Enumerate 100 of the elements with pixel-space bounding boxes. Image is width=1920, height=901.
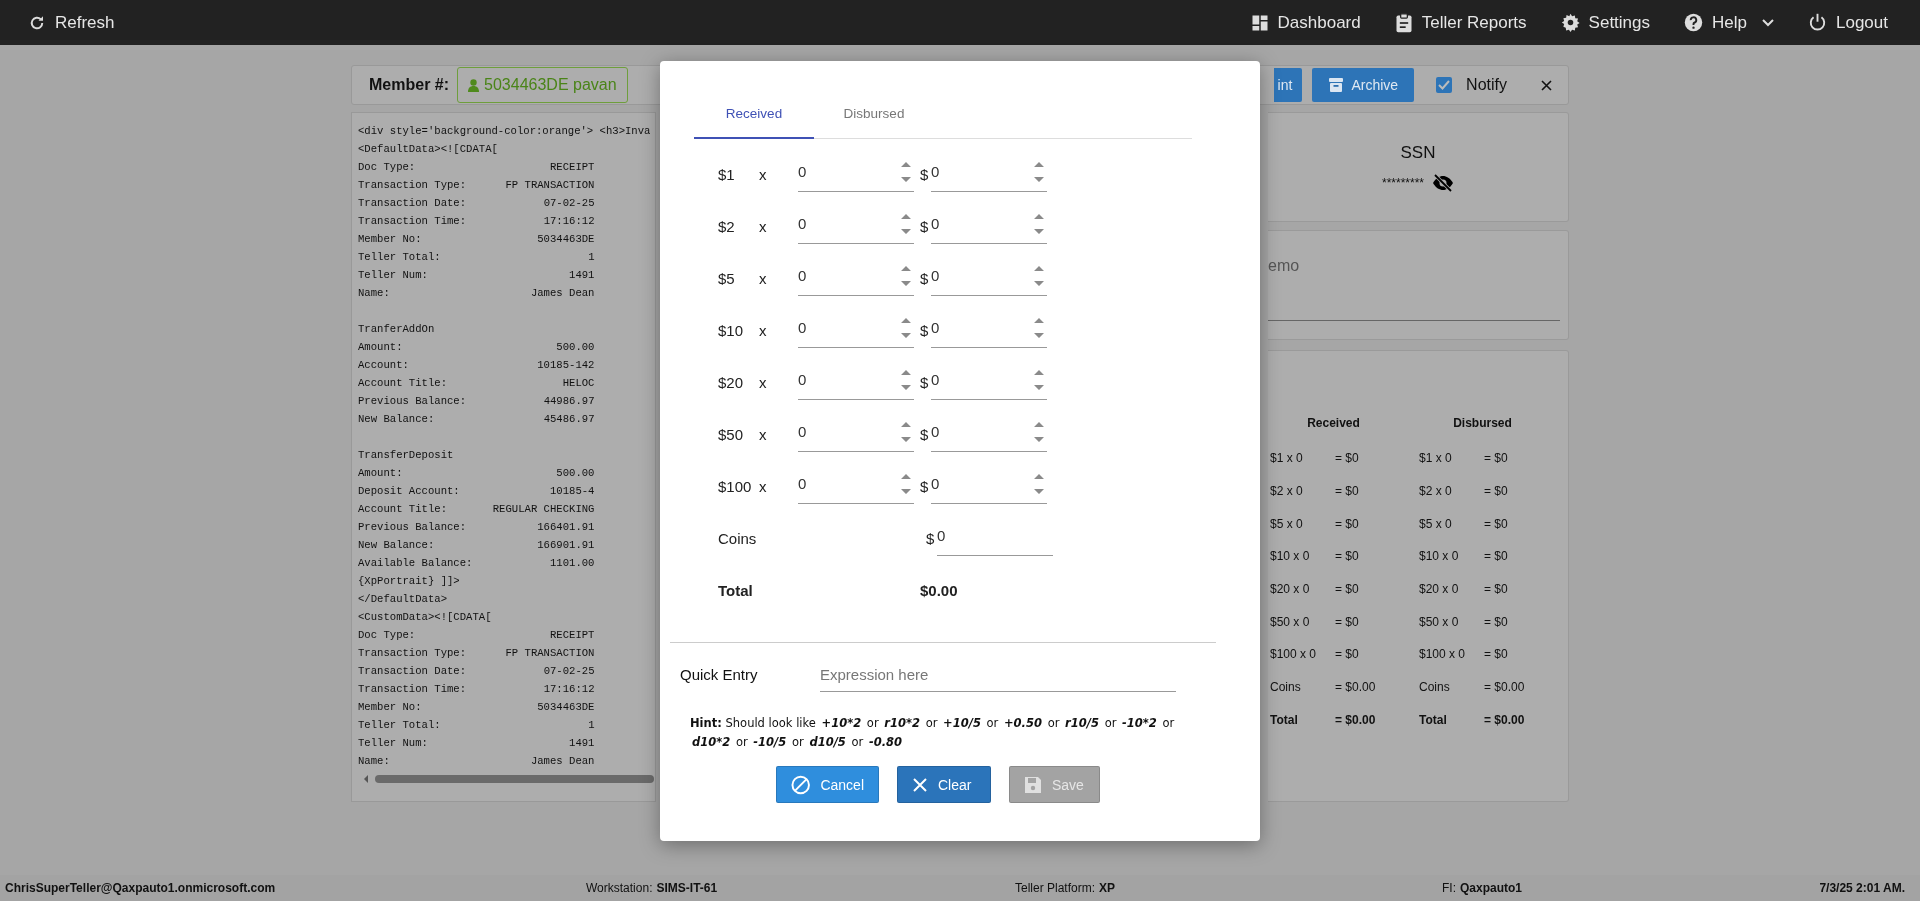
nav-item[interactable]: Dashboard (1250, 8, 1361, 37)
spinner-icon[interactable] (900, 316, 912, 340)
toolbar-button[interactable]: Archive (1312, 68, 1415, 102)
spinner-icon[interactable] (1033, 160, 1045, 184)
receipt-line: <DefaultData><![CDATA[ (358, 142, 499, 157)
receipt-value: 500.00 (556, 340, 595, 355)
receipt-label: Amount: (358, 466, 403, 481)
receipt-label: Account: (358, 358, 409, 373)
currency-sign: $ (920, 425, 930, 443)
spinner-icon[interactable] (900, 264, 912, 288)
summary-label: $10 x 0 (1419, 549, 1460, 564)
tab[interactable]: Received (694, 90, 814, 139)
summary-label: $20 x 0 (1270, 582, 1311, 597)
receipt-label: Teller Total: (358, 250, 441, 265)
receipt-value: 1491 (569, 268, 595, 283)
total-value: $0.00 (920, 581, 958, 599)
coins-field[interactable]: 0 (937, 520, 1053, 556)
receipt-value: 07-02-25 (543, 664, 595, 679)
receipt-value: RECEIPT (549, 628, 595, 643)
currency-sign: $ (920, 373, 930, 391)
currency-sign: $ (920, 269, 930, 287)
summary-result: = $0 (1335, 614, 1359, 629)
receipt-label: Transaction Type: (358, 178, 467, 193)
summary-result: = $0.00 (1335, 680, 1376, 695)
multiply-sign: x (759, 217, 768, 235)
receipt-value: FP TRANSACTION (505, 178, 595, 193)
summary-label: $5 x 0 (1270, 516, 1304, 531)
nav-item[interactable]: Help (1684, 8, 1774, 37)
ssn-value: ********* (1382, 176, 1424, 190)
receipt-label: Teller Num: (358, 268, 428, 283)
nav-item[interactable]: Settings (1560, 8, 1651, 37)
power-icon (1808, 13, 1827, 32)
spinner-icon[interactable] (1033, 316, 1045, 340)
status-item: ChrisSuperTeller@Qaxpauto1.onmicrosoft.com (5, 881, 277, 895)
summary-result: = $0 (1335, 549, 1359, 564)
summary-result: = $0 (1335, 484, 1359, 499)
spinner-icon[interactable] (900, 368, 912, 392)
refresh-button[interactable]: Refresh (28, 8, 115, 37)
status-item: 7/3/25 2:01 AM. (1819, 881, 1905, 895)
spinner-icon[interactable] (900, 212, 912, 236)
receipt-label: Amount: (358, 340, 403, 355)
multiply-sign: x (759, 425, 768, 443)
nav-item[interactable]: Logout (1808, 8, 1888, 37)
summary-label: Total (1419, 712, 1448, 727)
receipt-value: RECEIPT (549, 160, 595, 175)
summary-result: = $0.00 (1335, 712, 1376, 727)
receipt-value: 10185-4 (549, 484, 595, 499)
receipt-value: REGULAR CHECKING (492, 502, 595, 517)
receipt-value: 44986.97 (543, 394, 595, 409)
multiply-sign: x (759, 165, 768, 183)
denomination-label: $50 (718, 425, 745, 443)
multiply-sign: x (759, 477, 768, 495)
currency-sign: $ (920, 217, 930, 235)
summary-result: = $0 (1484, 549, 1508, 564)
summary-result: = $0 (1335, 582, 1359, 597)
settings-icon (1560, 13, 1580, 32)
spinner-icon[interactable] (1033, 264, 1045, 288)
summary-label: Total (1270, 712, 1299, 727)
receipt-value: FP TRANSACTION (505, 646, 595, 661)
summary-label: $1 x 0 (1419, 451, 1453, 466)
denomination-label: $2 (718, 217, 736, 235)
spinner-icon[interactable] (900, 472, 912, 496)
person-icon (468, 78, 480, 92)
spinner-icon[interactable] (1033, 472, 1045, 496)
notify-checkbox[interactable]: Notify (1436, 76, 1507, 94)
eye-slash-icon[interactable] (1432, 174, 1454, 192)
summary-label: $100 x 0 (1270, 647, 1318, 662)
tab[interactable]: Disbursed (814, 90, 934, 139)
currency-sign: $ (920, 165, 930, 183)
spinner-icon[interactable] (1033, 212, 1045, 236)
denomination-label: $10 (718, 321, 745, 339)
summary-label: $100 x 0 (1419, 647, 1467, 662)
dialog-button[interactable]: Clear (897, 766, 991, 803)
receipt-value: 1491 (569, 736, 595, 751)
receipt-label: Name: (358, 286, 390, 301)
cancel-icon (791, 774, 811, 795)
toolbar-button[interactable]: int (1273, 68, 1303, 102)
summary-result: = $0 (1335, 647, 1359, 662)
status-item: Teller Platform: XP (1015, 881, 1117, 895)
spinner-icon[interactable] (1033, 420, 1045, 444)
receipt-label: Doc Type: (358, 160, 416, 175)
checkbox[interactable] (1436, 77, 1453, 93)
receipt-label: Deposit Account: (358, 484, 460, 499)
receipt-line: {XpPortrait} ]]> (358, 574, 461, 589)
hint-text: Hint: Should look like +10*2 or r10*2 or +10/5 or +0.50 or r10/5 or -10*2 or d10*2 or -10/5 or d10/5 or -0.80 (690, 715, 1176, 751)
column-header: Disbursed (1452, 416, 1513, 432)
summary-label: $2 x 0 (1270, 484, 1304, 499)
quick-entry-label: Quick Entry (680, 666, 759, 683)
receipt-value: 166901.91 (537, 538, 595, 553)
close-icon[interactable] (1541, 79, 1552, 91)
receipt-label: Transaction Time: (358, 214, 467, 229)
spinner-icon[interactable] (900, 420, 912, 444)
spinner-icon[interactable] (900, 160, 912, 184)
archive-icon (1328, 77, 1345, 93)
nav-item[interactable]: Teller Reports (1394, 8, 1527, 37)
summary-label: $5 x 0 (1419, 516, 1453, 531)
receipt-value: James Dean (530, 286, 595, 301)
spinner-icon[interactable] (1033, 368, 1045, 392)
clipboard-icon (1394, 12, 1413, 33)
receipt-label: Member No: (358, 232, 422, 247)
